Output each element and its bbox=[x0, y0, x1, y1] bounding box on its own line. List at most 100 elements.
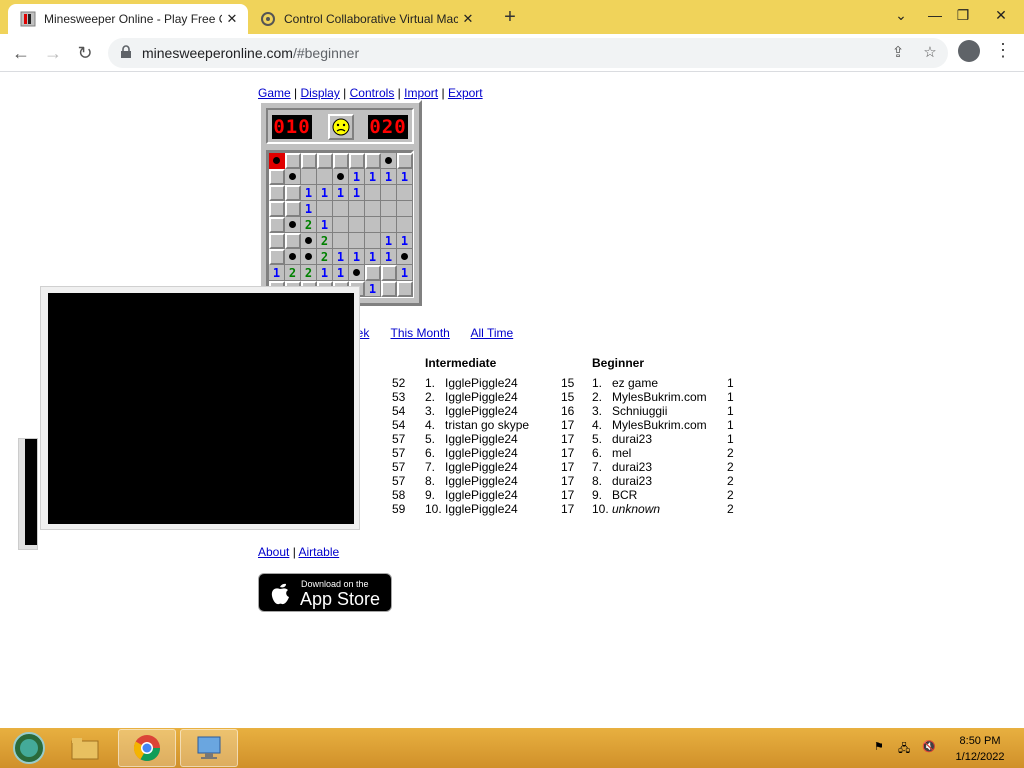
number-cell[interactable]: 1 bbox=[333, 265, 349, 281]
number-cell[interactable]: 1 bbox=[333, 185, 349, 201]
video-overlay-window[interactable] bbox=[40, 286, 360, 530]
number-cell[interactable]: 1 bbox=[317, 185, 333, 201]
covered-cell[interactable] bbox=[365, 265, 381, 281]
forward-icon[interactable]: → bbox=[40, 40, 66, 66]
covered-cell[interactable] bbox=[397, 281, 413, 297]
profile-avatar[interactable] bbox=[958, 40, 980, 62]
mine-icon[interactable] bbox=[285, 169, 301, 185]
period-month-link[interactable]: This Month bbox=[390, 326, 449, 340]
menu-controls-link[interactable]: Controls bbox=[350, 86, 395, 100]
covered-cell[interactable] bbox=[285, 185, 301, 201]
empty-cell[interactable] bbox=[365, 233, 381, 249]
airtable-link[interactable]: Airtable bbox=[298, 545, 339, 559]
covered-cell[interactable] bbox=[285, 201, 301, 217]
number-cell[interactable]: 1 bbox=[381, 249, 397, 265]
mine-icon[interactable] bbox=[301, 249, 317, 265]
mine-icon[interactable] bbox=[285, 249, 301, 265]
empty-cell[interactable] bbox=[333, 217, 349, 233]
number-cell[interactable]: 1 bbox=[365, 249, 381, 265]
covered-cell[interactable] bbox=[381, 281, 397, 297]
tab-minesweeper[interactable]: Minesweeper Online - Play Free Onl ✕ bbox=[8, 4, 248, 34]
number-cell[interactable]: 1 bbox=[317, 217, 333, 233]
network-icon[interactable]: 🖧 bbox=[898, 740, 910, 759]
number-cell[interactable]: 2 bbox=[317, 249, 333, 265]
empty-cell[interactable] bbox=[349, 233, 365, 249]
empty-cell[interactable] bbox=[365, 201, 381, 217]
number-cell[interactable]: 1 bbox=[349, 185, 365, 201]
exploded-mine-icon[interactable] bbox=[269, 153, 285, 169]
tab-control-vm[interactable]: Control Collaborative Virtual Mac ✕ bbox=[252, 4, 484, 34]
number-cell[interactable]: 1 bbox=[349, 169, 365, 185]
start-button[interactable] bbox=[0, 729, 58, 767]
restore-button[interactable]: ❐ bbox=[946, 0, 980, 30]
mine-icon[interactable] bbox=[381, 153, 397, 169]
number-cell[interactable]: 1 bbox=[397, 169, 413, 185]
number-cell[interactable]: 1 bbox=[301, 201, 317, 217]
number-cell[interactable]: 1 bbox=[333, 249, 349, 265]
covered-cell[interactable] bbox=[333, 153, 349, 169]
action-center-flag-icon[interactable]: ⚑ bbox=[874, 740, 884, 753]
covered-cell[interactable] bbox=[269, 233, 285, 249]
file-explorer-icon[interactable] bbox=[56, 729, 114, 767]
chrome-taskbar-icon[interactable] bbox=[118, 729, 176, 767]
empty-cell[interactable] bbox=[365, 217, 381, 233]
mine-icon[interactable] bbox=[285, 217, 301, 233]
covered-cell[interactable] bbox=[301, 153, 317, 169]
reload-icon[interactable]: ↻ bbox=[72, 40, 98, 66]
empty-cell[interactable] bbox=[333, 233, 349, 249]
number-cell[interactable]: 1 bbox=[317, 265, 333, 281]
covered-cell[interactable] bbox=[381, 265, 397, 281]
menu-import-link[interactable]: Import bbox=[404, 86, 438, 100]
app-store-badge[interactable]: Download on the App Store bbox=[258, 573, 392, 612]
mine-icon[interactable] bbox=[301, 233, 317, 249]
close-window-button[interactable]: ✕ bbox=[984, 0, 1018, 30]
mine-icon[interactable] bbox=[397, 249, 413, 265]
empty-cell[interactable] bbox=[365, 185, 381, 201]
empty-cell[interactable] bbox=[381, 201, 397, 217]
new-tab-button[interactable]: + bbox=[498, 6, 522, 30]
empty-cell[interactable] bbox=[397, 201, 413, 217]
empty-cell[interactable] bbox=[333, 201, 349, 217]
number-cell[interactable]: 2 bbox=[285, 265, 301, 281]
empty-cell[interactable] bbox=[397, 217, 413, 233]
period-alltime-link[interactable]: All Time bbox=[471, 326, 514, 340]
number-cell[interactable]: 1 bbox=[381, 169, 397, 185]
empty-cell[interactable] bbox=[317, 169, 333, 185]
number-cell[interactable]: 1 bbox=[397, 265, 413, 281]
back-icon[interactable]: ← bbox=[8, 40, 34, 66]
system-clock[interactable]: 8:50 PM 1/12/2022 bbox=[944, 733, 1016, 765]
covered-cell[interactable] bbox=[397, 153, 413, 169]
empty-cell[interactable] bbox=[349, 201, 365, 217]
menu-game-link[interactable]: Game bbox=[258, 86, 291, 100]
covered-cell[interactable] bbox=[269, 249, 285, 265]
covered-cell[interactable] bbox=[317, 153, 333, 169]
empty-cell[interactable] bbox=[349, 217, 365, 233]
number-cell[interactable]: 1 bbox=[349, 249, 365, 265]
bookmark-star-icon[interactable]: ☆ bbox=[920, 43, 940, 63]
number-cell[interactable]: 1 bbox=[365, 281, 381, 297]
mine-icon[interactable] bbox=[333, 169, 349, 185]
covered-cell[interactable] bbox=[285, 153, 301, 169]
empty-cell[interactable] bbox=[381, 185, 397, 201]
mine-icon[interactable] bbox=[349, 265, 365, 281]
covered-cell[interactable] bbox=[365, 153, 381, 169]
empty-cell[interactable] bbox=[317, 201, 333, 217]
empty-cell[interactable] bbox=[301, 169, 317, 185]
number-cell[interactable]: 2 bbox=[301, 265, 317, 281]
number-cell[interactable]: 1 bbox=[381, 233, 397, 249]
volume-muted-icon[interactable]: 🔇 bbox=[922, 740, 936, 753]
number-cell[interactable]: 1 bbox=[301, 185, 317, 201]
covered-cell[interactable] bbox=[285, 233, 301, 249]
covered-cell[interactable] bbox=[269, 185, 285, 201]
covered-cell[interactable] bbox=[269, 217, 285, 233]
share-icon[interactable]: ⇪ bbox=[888, 43, 908, 63]
tab-close-icon[interactable]: ✕ bbox=[458, 11, 478, 27]
menu-display-link[interactable]: Display bbox=[300, 86, 339, 100]
empty-cell[interactable] bbox=[381, 217, 397, 233]
more-menu-icon[interactable]: ⋮ bbox=[994, 40, 1012, 61]
covered-cell[interactable] bbox=[269, 201, 285, 217]
number-cell[interactable]: 1 bbox=[365, 169, 381, 185]
tab-close-icon[interactable]: ✕ bbox=[222, 11, 242, 27]
number-cell[interactable]: 1 bbox=[397, 233, 413, 249]
remote-desktop-icon[interactable] bbox=[180, 729, 238, 767]
